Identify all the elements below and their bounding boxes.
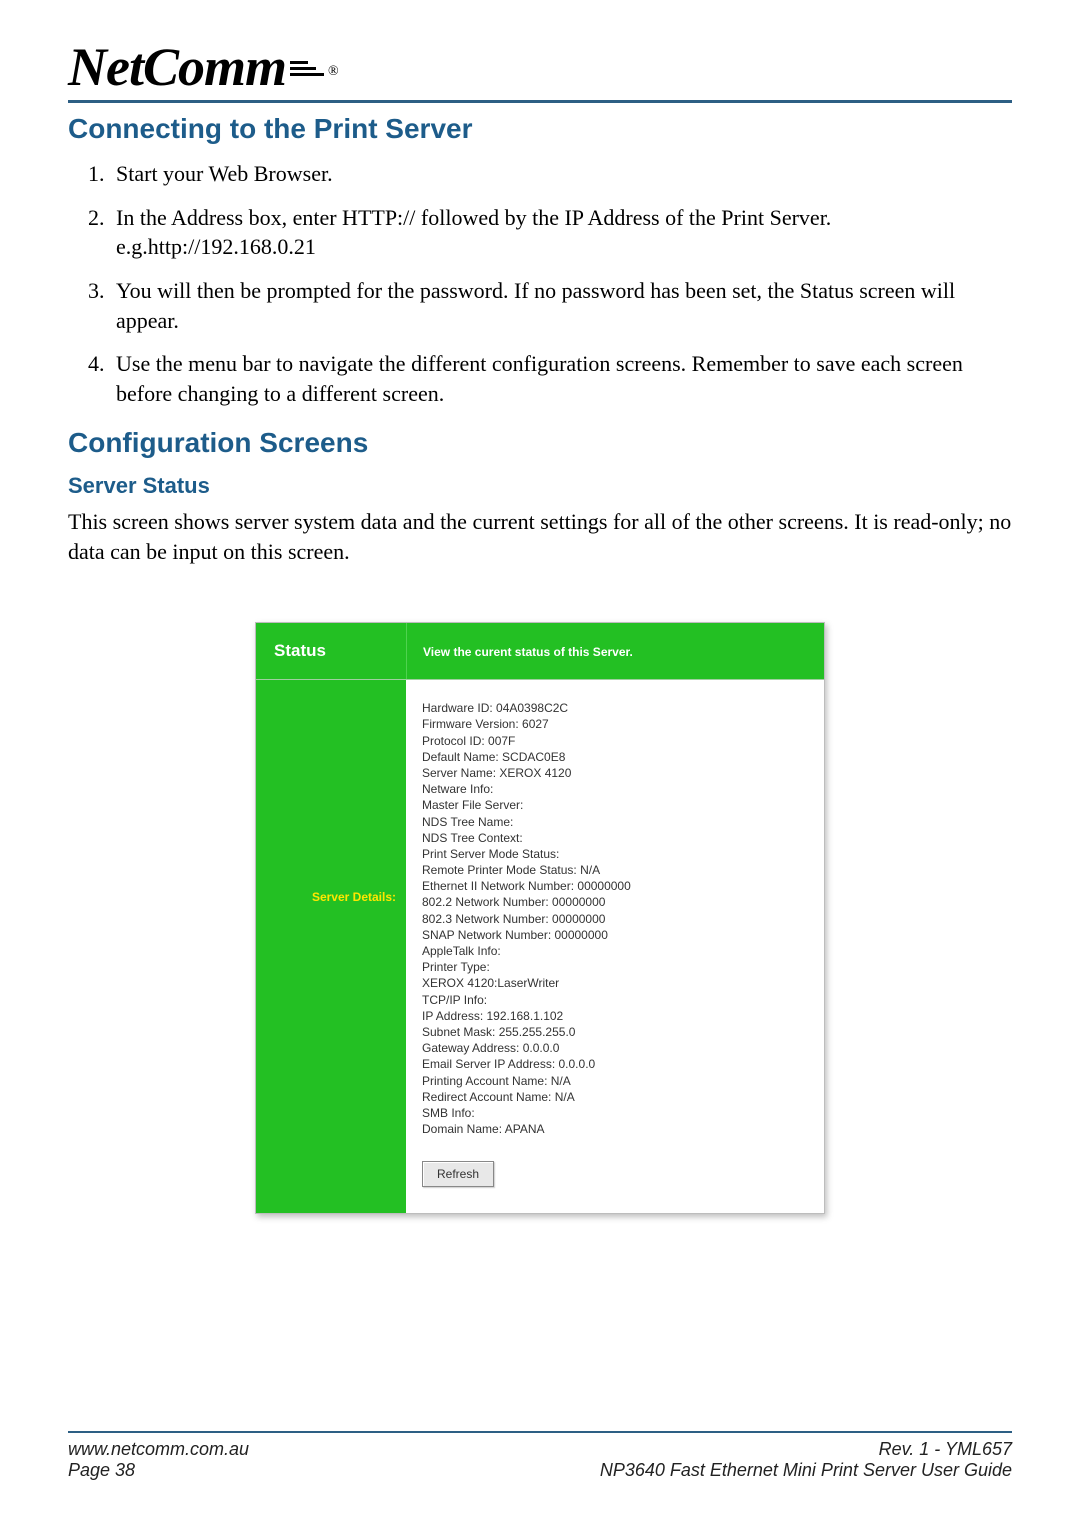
server-detail-line: NDS Tree Name: — [422, 814, 808, 830]
footer-url: www.netcomm.com.au — [68, 1439, 249, 1460]
status-subtitle: View the curent status of this Server. — [406, 623, 824, 679]
server-detail-line: Hardware ID: 04A0398C2C — [422, 700, 808, 716]
server-detail-line: Gateway Address: 0.0.0.0 — [422, 1040, 808, 1056]
brand-lines-icon — [290, 61, 324, 76]
heading-config: Configuration Screens — [68, 427, 1012, 459]
heading-connecting: Connecting to the Print Server — [68, 113, 1012, 145]
server-detail-line: XEROX 4120:LaserWriter — [422, 975, 808, 991]
server-detail-line: Redirect Account Name: N/A — [422, 1089, 808, 1105]
step-item: In the Address box, enter HTTP:// follow… — [110, 203, 1012, 262]
brand-name: NetComm — [68, 40, 286, 94]
server-details-label: Server Details: — [256, 680, 406, 1213]
server-detail-line: Print Server Mode Status: — [422, 846, 808, 862]
status-title: Status — [256, 623, 406, 679]
registered-mark: ® — [328, 64, 339, 80]
server-detail-line: Firmware Version: 6027 — [422, 716, 808, 732]
server-detail-line: Ethernet II Network Number: 00000000 — [422, 878, 808, 894]
server-status-desc: This screen shows server system data and… — [68, 507, 1012, 566]
step-item: Start your Web Browser. — [110, 159, 1012, 189]
server-detail-line: Subnet Mask: 255.255.255.0 — [422, 1024, 808, 1040]
server-detail-line: AppleTalk Info: — [422, 943, 808, 959]
brand-logo: NetComm ® — [68, 40, 1012, 94]
server-detail-line: Email Server IP Address: 0.0.0.0 — [422, 1056, 808, 1072]
server-detail-line: TCP/IP Info: — [422, 992, 808, 1008]
page-footer: www.netcomm.com.au Rev. 1 - YML657 Page … — [68, 1422, 1012, 1481]
heading-server-status: Server Status — [68, 473, 1012, 499]
footer-rev: Rev. 1 - YML657 — [879, 1439, 1012, 1460]
server-detail-line: 802.2 Network Number: 00000000 — [422, 894, 808, 910]
server-detail-line: Printer Type: — [422, 959, 808, 975]
server-detail-line: Printing Account Name: N/A — [422, 1073, 808, 1089]
server-detail-line: IP Address: 192.168.1.102 — [422, 1008, 808, 1024]
status-screenshot: Status View the curent status of this Se… — [255, 622, 825, 1214]
footer-page: Page 38 — [68, 1460, 135, 1481]
server-detail-line: Remote Printer Mode Status: N/A — [422, 862, 808, 878]
step-item: You will then be prompted for the passwo… — [110, 276, 1012, 335]
server-detail-line: Master File Server: — [422, 797, 808, 813]
server-detail-line: NDS Tree Context: — [422, 830, 808, 846]
server-detail-line: SNAP Network Number: 00000000 — [422, 927, 808, 943]
server-detail-line: SMB Info: — [422, 1105, 808, 1121]
server-detail-line: Netware Info: — [422, 781, 808, 797]
server-details-content: Hardware ID: 04A0398C2CFirmware Version:… — [406, 680, 824, 1213]
refresh-button[interactable]: Refresh — [422, 1161, 494, 1187]
server-detail-line: Default Name: SCDAC0E8 — [422, 749, 808, 765]
server-detail-line: 802.3 Network Number: 00000000 — [422, 911, 808, 927]
server-detail-line: Server Name: XEROX 4120 — [422, 765, 808, 781]
step-item: Use the menu bar to navigate the differe… — [110, 349, 1012, 408]
server-detail-line: Domain Name: APANA — [422, 1121, 808, 1137]
server-detail-line: Protocol ID: 007F — [422, 733, 808, 749]
footer-guide: NP3640 Fast Ethernet Mini Print Server U… — [600, 1460, 1012, 1481]
header-rule — [68, 100, 1012, 103]
steps-list: Start your Web Browser. In the Address b… — [68, 159, 1012, 409]
footer-rule — [68, 1431, 1012, 1433]
